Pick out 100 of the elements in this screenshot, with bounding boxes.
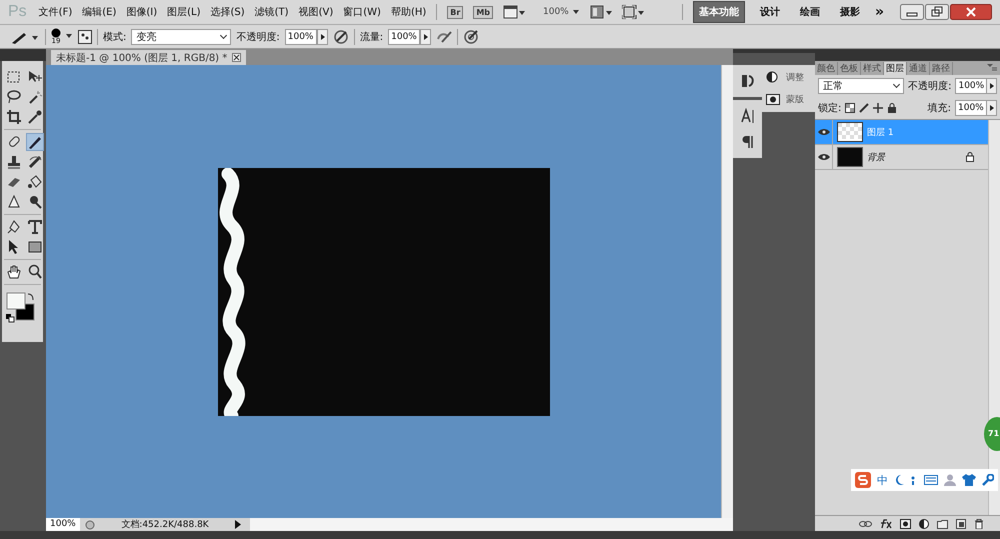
menu-item[interactable]: 帮助(H) bbox=[390, 5, 426, 19]
menu-item[interactable]: 滤镜(T) bbox=[254, 5, 289, 19]
close-icon[interactable] bbox=[232, 53, 242, 62]
eye-icon[interactable] bbox=[818, 153, 830, 161]
fill-label: 填充: bbox=[928, 102, 951, 115]
layer-thumbnail bbox=[837, 147, 863, 167]
menu-item[interactable]: 文件(F) bbox=[38, 5, 72, 19]
opacity-field[interactable]: 100% bbox=[955, 78, 988, 94]
input-method-bar[interactable]: 中 bbox=[851, 469, 998, 491]
brush-panel-icon[interactable] bbox=[78, 30, 92, 44]
rectangle-tool-icon[interactable] bbox=[27, 239, 43, 255]
eyedropper-icon[interactable] bbox=[27, 109, 43, 125]
panel-tab[interactable]: 通道 bbox=[907, 62, 930, 75]
crop-tool-icon[interactable] bbox=[6, 109, 22, 125]
mode-dropdown[interactable]: 变亮 bbox=[131, 28, 232, 44]
more-workspaces-button[interactable]: » bbox=[874, 4, 884, 20]
minimize-icon[interactable] bbox=[900, 4, 924, 20]
menu-item[interactable]: 编辑(E) bbox=[82, 5, 116, 19]
hand-tool-icon[interactable] bbox=[6, 264, 22, 280]
new-layer-icon[interactable] bbox=[956, 518, 966, 528]
mini-bridge-button[interactable]: Mb bbox=[473, 6, 493, 18]
menu-item[interactable]: 图层(L) bbox=[167, 5, 200, 19]
pen-tool-icon[interactable] bbox=[6, 219, 22, 235]
brush-tool-icon[interactable] bbox=[27, 134, 43, 150]
panel-button[interactable]: 蒙版 bbox=[766, 93, 811, 106]
workspace-button[interactable]: 摄影 bbox=[834, 2, 865, 22]
mode-label: 模式: bbox=[103, 30, 126, 44]
trash-icon[interactable] bbox=[974, 518, 984, 528]
zoom-icon[interactable] bbox=[27, 264, 43, 280]
workspace-button[interactable]: 绘画 bbox=[794, 2, 825, 22]
opacity-field[interactable]: 100% bbox=[284, 28, 317, 44]
move-tool-icon[interactable] bbox=[27, 69, 43, 85]
document-tab[interactable]: 未标题-1 @ 100% (图层 1, RGB/8) * bbox=[51, 50, 246, 65]
status-icon[interactable] bbox=[84, 520, 96, 530]
fill-field[interactable]: 100% bbox=[955, 100, 987, 116]
history-panel-icon[interactable] bbox=[740, 73, 756, 89]
panel-button[interactable]: 调整 bbox=[766, 71, 811, 84]
status-menu-icon[interactable] bbox=[234, 520, 242, 529]
panel-tab[interactable]: 颜色 bbox=[815, 62, 838, 75]
restore-icon[interactable] bbox=[925, 4, 949, 20]
color-swatches-icon[interactable] bbox=[6, 291, 36, 323]
folder-icon[interactable] bbox=[937, 518, 948, 528]
add-mask-icon[interactable] bbox=[900, 518, 911, 528]
menu-item[interactable]: 窗口(W) bbox=[343, 5, 381, 19]
link-icon[interactable] bbox=[859, 520, 872, 528]
shirt-icon[interactable] bbox=[962, 474, 976, 486]
workspace-button[interactable]: 基本功能 bbox=[692, 1, 745, 23]
fx-icon[interactable] bbox=[880, 518, 892, 528]
flyout-button[interactable] bbox=[316, 28, 328, 44]
lock-transparent-icon[interactable] bbox=[845, 103, 856, 113]
blend-mode-dropdown[interactable]: 正常 bbox=[818, 78, 904, 94]
flyout-button[interactable] bbox=[986, 78, 997, 94]
type-tool-icon[interactable] bbox=[27, 219, 43, 235]
menu-item[interactable]: 选择(S) bbox=[210, 5, 245, 19]
lasso-tool-icon[interactable] bbox=[6, 89, 22, 105]
arrange-documents-icon[interactable] bbox=[590, 5, 612, 19]
keyboard-icon[interactable] bbox=[924, 475, 938, 485]
panel-tab[interactable]: 色板 bbox=[838, 62, 861, 75]
panel-tab[interactable]: 路径 bbox=[930, 62, 953, 75]
vertical-scrollbar[interactable] bbox=[721, 65, 733, 518]
pressure-size-icon[interactable] bbox=[463, 28, 480, 44]
blur-tool-icon[interactable] bbox=[6, 194, 22, 210]
input-mode[interactable]: 中 bbox=[877, 472, 888, 488]
menu-item[interactable]: 视图(V) bbox=[298, 5, 334, 19]
wrench-icon[interactable] bbox=[982, 474, 994, 486]
pressure-opacity-icon[interactable] bbox=[332, 28, 349, 44]
menu-item[interactable]: 图像(I) bbox=[126, 5, 158, 19]
dodge-tool-icon[interactable] bbox=[27, 194, 43, 210]
opacity-label: 不透明度: bbox=[908, 80, 952, 93]
flyout-button[interactable] bbox=[420, 28, 432, 44]
close-icon[interactable] bbox=[950, 4, 992, 20]
paragraph-panel-icon[interactable] bbox=[740, 134, 756, 150]
panel-menu-icon[interactable] bbox=[987, 64, 997, 72]
layer-name: 背景 bbox=[867, 152, 885, 164]
screen-mode-icon[interactable] bbox=[622, 5, 644, 19]
magic-wand-icon[interactable] bbox=[27, 89, 43, 105]
panel-tab[interactable]: 图层 bbox=[884, 62, 907, 75]
lock-pixels-icon[interactable] bbox=[859, 103, 870, 113]
zoom-dropdown[interactable]: 100% bbox=[543, 7, 569, 17]
lock-position-icon[interactable] bbox=[873, 103, 884, 113]
adjustment-layer-icon[interactable] bbox=[919, 518, 929, 528]
layer-row[interactable]: 背景 bbox=[815, 145, 988, 170]
lock-icon[interactable] bbox=[887, 103, 898, 113]
moon-icon[interactable] bbox=[894, 474, 904, 486]
flyout-button[interactable] bbox=[986, 100, 997, 116]
marquee-tool-icon[interactable] bbox=[6, 69, 22, 85]
character-panel-icon[interactable] bbox=[740, 108, 756, 124]
paint-bucket-icon[interactable] bbox=[27, 174, 43, 190]
stamp-tool-icon[interactable] bbox=[6, 154, 22, 170]
zoom-field[interactable]: 100% bbox=[46, 518, 80, 531]
bridge-button[interactable]: Br bbox=[447, 6, 464, 18]
view-extras-icon[interactable] bbox=[503, 5, 525, 19]
workspace-button[interactable]: 设计 bbox=[754, 2, 785, 22]
history-brush-icon[interactable] bbox=[27, 154, 43, 170]
eye-icon[interactable] bbox=[818, 128, 830, 136]
caret-icon[interactable] bbox=[572, 10, 580, 14]
airbrush-icon[interactable] bbox=[436, 28, 452, 44]
caret-icon[interactable] bbox=[66, 34, 73, 39]
flow-field[interactable]: 100% bbox=[388, 28, 420, 44]
horizontal-scrollbar[interactable] bbox=[250, 518, 733, 531]
